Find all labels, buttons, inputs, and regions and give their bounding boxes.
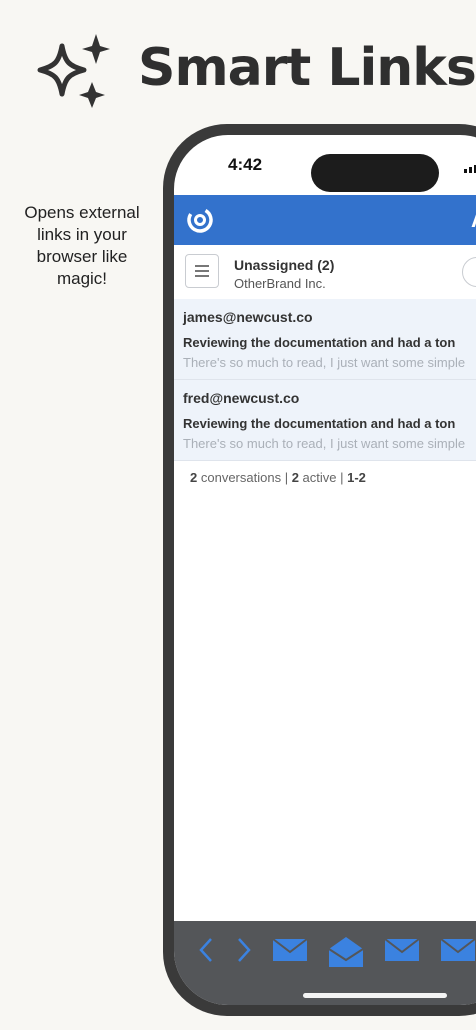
mailbox-name: Unassigned (2) <box>234 257 335 273</box>
summary-range: 1-2 <box>347 470 366 485</box>
mailbox-org: OtherBrand Inc. <box>234 276 326 291</box>
summary-count: 2 <box>190 470 198 485</box>
conversation-subject: Reviewing the documentation and had a to… <box>183 335 456 350</box>
app-logo-icon[interactable] <box>186 206 214 234</box>
conversation-item[interactable]: fred@newcust.co Reviewing the documentat… <box>174 380 476 461</box>
conversation-summary: 2 conversations | 2 active | 1-2 <box>190 470 366 485</box>
caption-line: Opens external <box>24 203 140 222</box>
envelope-icon[interactable] <box>440 935 476 965</box>
conversation-item[interactable]: james@newcust.co Reviewing the documenta… <box>174 299 476 380</box>
filter-button[interactable] <box>462 257 476 287</box>
home-indicator[interactable] <box>303 993 447 998</box>
signal-icon <box>464 163 476 173</box>
summary-active: 2 <box>291 470 299 485</box>
account-button[interactable]: A <box>471 207 476 233</box>
summary-active-label: active <box>302 470 337 485</box>
envelope-icon[interactable] <box>272 935 308 965</box>
status-time: 4:42 <box>228 155 263 174</box>
caption-line: browser like <box>36 247 128 266</box>
caption-line: links in your <box>37 225 127 244</box>
dynamic-island <box>311 154 439 192</box>
envelope-icon[interactable] <box>384 935 420 965</box>
chevron-right-icon[interactable] <box>234 935 254 965</box>
conversation-subject: Reviewing the documentation and had a to… <box>183 416 456 431</box>
app-header: A <box>174 195 476 245</box>
conversation-from: james@newcust.co <box>183 309 313 325</box>
feature-caption: Opens external links in your browser lik… <box>8 202 156 290</box>
conversation-preview: There's so much to read, I just want som… <box>183 436 466 451</box>
menu-button[interactable] <box>185 254 219 288</box>
sparkles-icon <box>37 34 110 108</box>
caption-line: magic! <box>56 269 108 288</box>
summary-count-label: conversations <box>200 470 282 485</box>
mailbox-bar: Unassigned (2) OtherBrand Inc. <box>174 245 476 300</box>
phone-screen: 4:42 A Unassigned (2) OtherBrand Inc. ja… <box>174 135 476 1005</box>
conversation-from: fred@newcust.co <box>183 390 300 406</box>
promo-screen: Smart Links Opens external links in your… <box>0 0 476 1030</box>
chevron-left-icon[interactable] <box>196 935 216 965</box>
page-title: Smart Links <box>138 38 476 98</box>
conversation-preview: There's so much to read, I just want som… <box>183 355 466 370</box>
envelope-open-icon[interactable] <box>328 935 364 969</box>
